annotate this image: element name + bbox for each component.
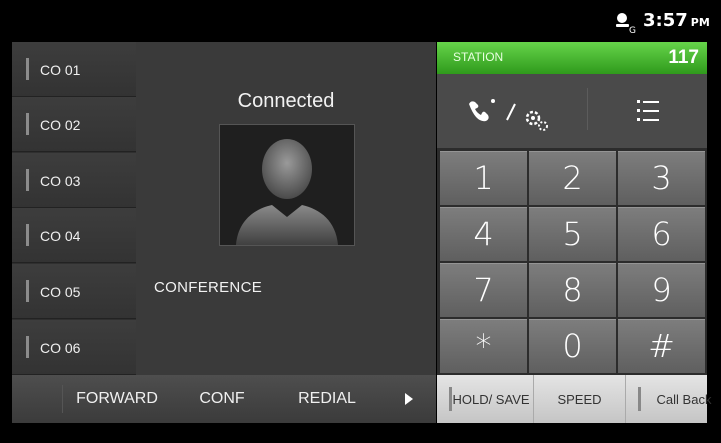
co-line-label: CO 04 [40, 228, 81, 244]
co-line-item[interactable]: CO 06 [12, 320, 136, 375]
line-indicator [26, 336, 29, 358]
station-action-bar: HOLD/ SAVE SPEED Call Back [437, 375, 711, 423]
line-indicator [26, 58, 29, 80]
speed-button[interactable]: SPEED [533, 375, 625, 423]
conf-button[interactable]: CONF [172, 375, 272, 423]
forward-button[interactable]: FORWARD [62, 375, 172, 423]
clock: 3:57 PM [643, 10, 710, 31]
co-line-label: CO 05 [40, 284, 81, 300]
speed-label: SPEED [557, 391, 602, 407]
sync-account-icon: G [616, 13, 636, 34]
key-5[interactable]: 5 [529, 207, 616, 261]
caller-avatar [219, 124, 355, 246]
co-line-label: CO 03 [40, 173, 81, 189]
clock-ampm: PM [690, 16, 710, 29]
call-settings-icon [469, 99, 548, 131]
co-line-label: CO 06 [40, 340, 81, 356]
line-indicator [26, 113, 29, 135]
line-indicator [26, 169, 29, 191]
co-line-item[interactable]: CO 04 [12, 208, 136, 263]
station-label: STATION [453, 50, 504, 64]
hold-save-label: HOLD/ SAVE [452, 391, 530, 407]
menu-list-button[interactable] [617, 84, 677, 138]
co-line-item[interactable]: CO 03 [12, 153, 136, 208]
redial-button[interactable]: REDIAL [272, 375, 382, 423]
key-0[interactable]: 0 [529, 319, 616, 373]
co-line-list: CO 01 CO 02 CO 03 CO 04 CO 05 CO 06 [12, 42, 136, 375]
menu-list-icon [637, 100, 659, 121]
more-actions-button[interactable] [382, 375, 436, 423]
play-icon [405, 393, 413, 405]
key-2[interactable]: 2 [529, 151, 616, 205]
key-8[interactable]: 8 [529, 263, 616, 317]
station-number: 117 [668, 47, 699, 68]
key-7[interactable]: 7 [440, 263, 527, 317]
tool-row [437, 74, 707, 148]
status-bar: G 3:57 PM [0, 0, 721, 42]
conference-label: CONFERENCE [154, 279, 263, 296]
clock-time: 3:57 [643, 10, 688, 31]
call-status: Connected [237, 90, 335, 112]
key-hash[interactable]: # [618, 319, 705, 373]
dial-keypad: 1 2 3 4 5 6 7 8 9 * 0 # [437, 148, 707, 375]
key-4[interactable]: 4 [440, 207, 527, 261]
co-line-label: CO 02 [40, 117, 81, 133]
key-6[interactable]: 6 [618, 207, 705, 261]
toolbar-divider [587, 88, 588, 130]
hold-save-button[interactable]: HOLD/ SAVE [437, 375, 533, 423]
line-indicator [26, 280, 29, 302]
svg-text:G: G [629, 26, 636, 34]
co-line-label: CO 01 [40, 62, 81, 78]
co-line-item[interactable]: CO 01 [12, 42, 136, 97]
station-bar: STATION 117 [437, 42, 707, 74]
person-silhouette-icon [236, 139, 338, 245]
key-star[interactable]: * [440, 319, 527, 373]
co-line-item[interactable]: CO 05 [12, 264, 136, 319]
call-area: Connected CONFERENCE [136, 42, 436, 375]
key-1[interactable]: 1 [440, 151, 527, 205]
call-back-label: Call Back [656, 391, 712, 407]
call-back-button[interactable]: Call Back [625, 375, 711, 423]
call-settings-button[interactable] [457, 84, 567, 138]
line-indicator [26, 224, 29, 246]
co-line-item[interactable]: CO 02 [12, 97, 136, 152]
key-3[interactable]: 3 [618, 151, 705, 205]
call-action-bar: FORWARD CONF REDIAL [12, 375, 436, 423]
key-9[interactable]: 9 [618, 263, 705, 317]
